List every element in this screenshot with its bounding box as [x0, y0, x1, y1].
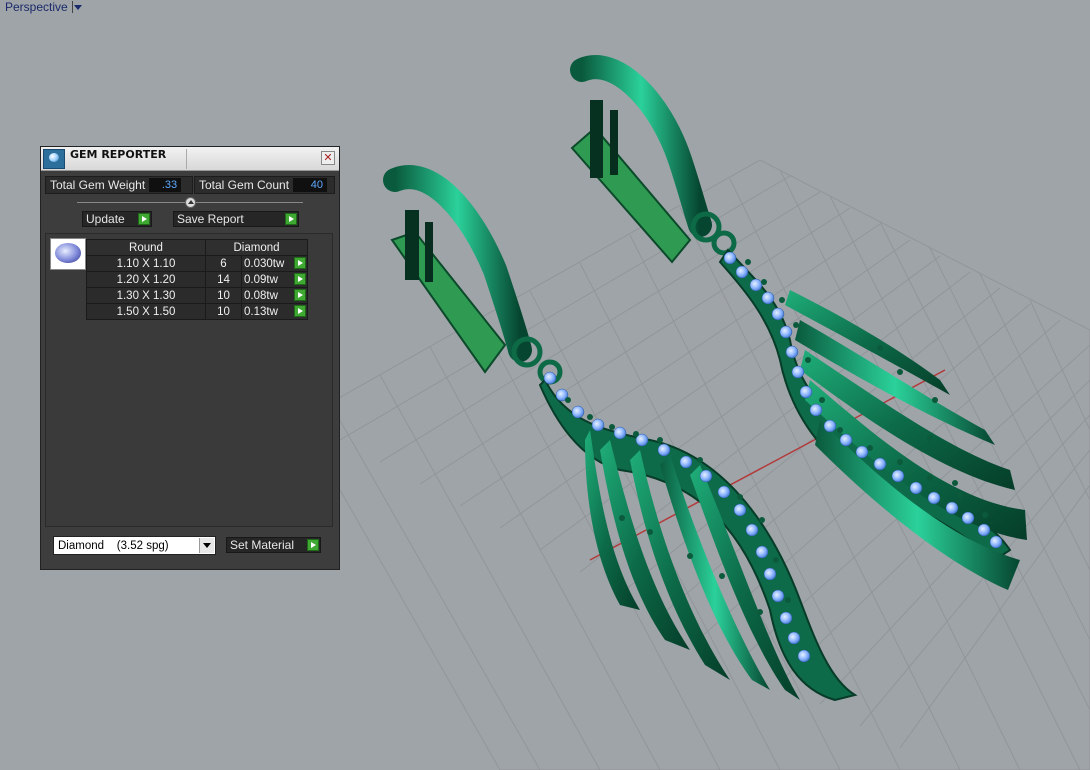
left-earring-model [383, 165, 858, 702]
right-earring-model [570, 55, 1027, 590]
row-weight: 0.13tw [244, 305, 278, 318]
save-report-label: Save Report [177, 212, 244, 226]
row-size: 1.50 X 1.50 [86, 303, 206, 320]
update-play-icon[interactable] [138, 213, 150, 225]
table-row[interactable]: 1.20 X 1.20 14 0.09tw [86, 271, 308, 288]
set-material-label: Set Material [230, 538, 295, 552]
total-count-label: Total Gem Count [199, 178, 290, 192]
total-weight-field: Total Gem Weight .33 [45, 176, 193, 194]
viewport-menu-dropdown-icon[interactable] [71, 1, 84, 13]
row-count: 6 [205, 255, 242, 272]
gem-reporter-logo-icon [43, 149, 65, 169]
row-count: 14 [205, 271, 242, 288]
row-count: 10 [205, 287, 242, 304]
viewport-title-label: Perspective [5, 0, 68, 14]
row-play-icon[interactable] [294, 289, 306, 301]
row-weight: 0.09tw [244, 273, 278, 286]
total-weight-row: Total Gem Weight .33 [45, 176, 193, 194]
total-count-value: 40 [293, 178, 328, 192]
save-report-button[interactable]: Save Report [173, 211, 299, 227]
table-row[interactable]: 1.30 X 1.30 10 0.08tw [86, 287, 308, 304]
row-weight-cell: 0.030tw [241, 255, 308, 272]
row-size: 1.30 X 1.30 [86, 287, 206, 304]
gem-reporter-panel: GEM REPORTER ✕ Total Gem Weight .33 Tota… [40, 146, 340, 570]
update-button-label: Update [86, 212, 125, 226]
row-weight-cell: 0.09tw [241, 271, 308, 288]
close-icon[interactable]: ✕ [321, 151, 335, 165]
panel-titlebar[interactable]: GEM REPORTER ✕ [41, 147, 339, 171]
row-size: 1.20 X 1.20 [86, 271, 206, 288]
material-select-value: Diamond (3.52 spg) [58, 539, 169, 552]
chevron-down-icon[interactable] [199, 538, 214, 553]
table-row[interactable]: 1.50 X 1.50 10 0.13tw [86, 303, 308, 320]
total-weight-label: Total Gem Weight [50, 178, 146, 192]
set-material-play-icon[interactable] [307, 539, 319, 551]
row-play-icon[interactable] [294, 305, 306, 317]
gem-table-header: Round Diamond [86, 239, 308, 256]
row-play-icon[interactable] [294, 257, 306, 269]
material-select[interactable]: Diamond (3.52 spg) [53, 536, 216, 555]
total-count-row: Total Gem Count 40 [194, 176, 335, 194]
set-material-button[interactable]: Set Material [226, 537, 321, 553]
row-size: 1.10 X 1.10 [86, 255, 206, 272]
row-play-icon[interactable] [294, 273, 306, 285]
total-count-field: Total Gem Count 40 [194, 176, 335, 194]
table-row[interactable]: 1.10 X 1.10 6 0.030tw [86, 255, 308, 272]
row-weight: 0.08tw [244, 289, 278, 302]
total-weight-value: .33 [149, 178, 182, 192]
titlebar-separator [186, 149, 187, 169]
gem-table: Round Diamond 1.10 X 1.10 6 0.030tw 1.20… [86, 239, 308, 320]
round-gem-thumbnail-icon[interactable] [50, 238, 86, 270]
header-material: Diamond [205, 239, 308, 256]
header-cut: Round [86, 239, 206, 256]
row-weight-cell: 0.08tw [241, 287, 308, 304]
row-weight: 0.030tw [244, 257, 285, 270]
collapse-toggle-icon[interactable] [185, 197, 196, 208]
update-button[interactable]: Update [82, 211, 152, 227]
panel-title: GEM REPORTER [70, 148, 167, 161]
viewport-title[interactable]: Perspective [0, 0, 84, 14]
row-count: 10 [205, 303, 242, 320]
save-report-play-icon[interactable] [285, 213, 297, 225]
row-weight-cell: 0.13tw [241, 303, 308, 320]
